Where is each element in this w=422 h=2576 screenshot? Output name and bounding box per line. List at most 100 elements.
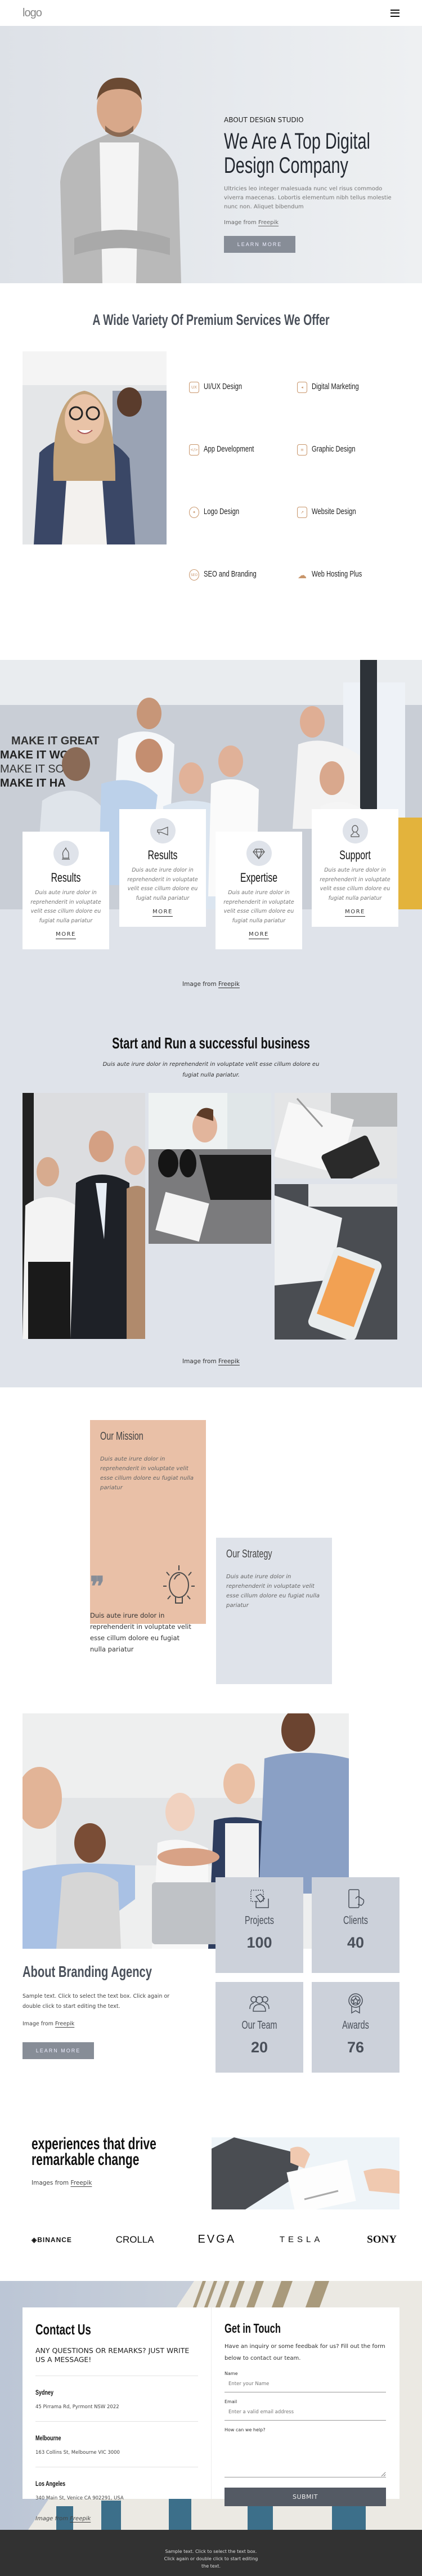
handshake-photo <box>212 2137 399 2209</box>
agency-learn-more-button[interactable]: LEARN MORE <box>23 2042 94 2059</box>
more-link[interactable]: MORE <box>56 931 76 939</box>
services-title: A Wide Variety Of Premium Services We Of… <box>92 311 330 328</box>
feature-card: Results Duis aute irure dolor in reprehe… <box>23 832 109 949</box>
partner-logo-binance[interactable]: ◈BINANCE <box>32 2236 72 2244</box>
feature-card: Support Duis aute irure dolor in reprehe… <box>312 809 398 927</box>
partner-logo-evga[interactable]: EVGA <box>198 2233 236 2246</box>
experiences-title: experiences that drive remarkable change <box>32 2135 156 2169</box>
hero-description: Ultricies leo integer malesuada nunc vel… <box>224 186 392 210</box>
agency-image-credit: Image from Freepik <box>23 2021 74 2027</box>
partner-logo-tesla[interactable]: TESLA <box>280 2235 324 2244</box>
message-textarea[interactable] <box>225 2432 386 2477</box>
stat-value: 100 <box>246 1934 272 1951</box>
lightbulb-icon <box>163 1565 195 1604</box>
hero-learn-more-button[interactable]: LEARN MORE <box>224 236 295 253</box>
stat-label: Projects <box>244 1914 275 1927</box>
monitor-chart-icon: ↗ <box>297 507 307 518</box>
business-title: Start and Run a successful business <box>112 1034 310 1052</box>
partner-logo-text: BINANCE <box>37 2235 72 2244</box>
office-city: Los Angeles <box>35 2480 66 2488</box>
partner-logo-sony[interactable]: SONY <box>367 2234 397 2246</box>
office-address: 340 Main St, Venice CA 902291, USA <box>35 2495 124 2501</box>
footer-text: Sample text. Click to select the text bo… <box>164 2549 258 2569</box>
service-label: Digital Marketing <box>312 382 359 391</box>
business-section: Start and Run a successful business Duis… <box>0 986 422 1387</box>
partner-logo-crolla[interactable]: CROLLA <box>116 2234 154 2245</box>
service-label: Website Design <box>312 507 356 516</box>
office-address: 45 Pirrama Rd, Pyrmont NSW 2022 <box>35 2404 119 2410</box>
feature-card: Expertise Duis aute irure dolor in repre… <box>216 832 302 949</box>
more-link[interactable]: MORE <box>249 931 269 939</box>
freepik-link[interactable]: Freepik <box>218 1358 240 1365</box>
service-ui-ux-design[interactable]: UX UI/UX Design <box>189 382 297 444</box>
service-graphic-design[interactable]: ≡ Graphic Design <box>297 444 405 507</box>
mission-card: Our Mission Duis aute irure dolor in rep… <box>90 1420 206 1624</box>
feature-text: Duis aute irure dolor in reprehenderit i… <box>30 890 101 924</box>
freepik-link[interactable]: Freepik <box>70 2180 92 2186</box>
form-title: Get in Touch <box>225 2321 281 2336</box>
freepik-link[interactable]: Freepik <box>218 981 240 988</box>
office-sydney: Sydney 45 Pirrama Rd, Pyrmont NSW 2022 <box>35 2376 198 2421</box>
credit-prefix: Images from <box>32 2180 71 2186</box>
services-section: A Wide Variety Of Premium Services We Of… <box>0 283 422 660</box>
credit-prefix: Image from <box>35 2516 70 2522</box>
office-city: Melbourne <box>35 2434 61 2442</box>
footer: Sample text. Click to select the text bo… <box>0 2530 422 2576</box>
chess-knight-icon <box>53 841 79 866</box>
service-logo-design[interactable]: ✦ Logo Design <box>189 507 297 569</box>
svg-text:MAKE IT GREAT: MAKE IT GREAT <box>11 735 99 747</box>
more-link[interactable]: MORE <box>152 909 173 917</box>
services-list: UX UI/UX Design ◂ Digital Marketing </> App… <box>189 382 405 632</box>
credit-prefix: Image from <box>182 1358 219 1365</box>
form-subtitle: Have an inquiry or some feedbak for us? … <box>225 2343 385 2361</box>
contact-title: Contact Us <box>35 2321 91 2338</box>
logo[interactable]: logo <box>23 7 42 20</box>
service-label: Web Hosting Plus <box>312 569 362 579</box>
service-seo-branding[interactable]: SEO SEO and Branding <box>189 569 297 632</box>
selection-edit-icon <box>216 1887 303 1910</box>
more-link[interactable]: MORE <box>345 909 365 917</box>
email-input[interactable] <box>225 2404 386 2421</box>
contact-form: Get in Touch Have an inquiry or some fee… <box>211 2307 399 2506</box>
name-label: Name <box>225 2371 238 2376</box>
message-label: How can we help? <box>225 2427 266 2432</box>
feature-text: Duis aute irure dolor in reprehenderit i… <box>223 890 294 924</box>
svg-text:MAKE IT HA: MAKE IT HA <box>0 777 66 789</box>
business-image-credit: Image from Freepik <box>23 1358 399 1365</box>
business-gallery <box>23 1093 399 1340</box>
service-digital-marketing[interactable]: ◂ Digital Marketing <box>297 382 405 444</box>
credit-prefix: Image from <box>23 2021 55 2027</box>
service-label: UI/UX Design <box>204 382 243 391</box>
service-web-hosting[interactable]: ☁ Web Hosting Plus <box>297 569 405 632</box>
mobile-code-icon: </> <box>189 444 199 456</box>
service-label: Graphic Design <box>312 444 356 454</box>
freepik-link[interactable]: Freepik <box>70 2516 91 2522</box>
stat-card-awards: Awards 76 <box>312 1982 399 2078</box>
credit-prefix: Image from <box>182 981 219 988</box>
ux-icon: UX <box>189 382 199 393</box>
team-icon <box>216 1992 303 2015</box>
contact-info: Contact Us ANY QUESTIONS OR REMARKS? JUS… <box>23 2307 211 2522</box>
stat-value: 20 <box>250 2039 268 2056</box>
submit-button[interactable]: SUBMIT <box>225 2488 386 2506</box>
service-app-development[interactable]: </> App Development <box>189 444 297 507</box>
freepik-link[interactable]: Freepik <box>55 2021 74 2027</box>
hero-eyebrow: ABOUT DESIGN STUDIO <box>224 116 304 124</box>
hamburger-icon[interactable] <box>390 9 399 17</box>
award-icon <box>312 1992 399 2015</box>
stat-label: Our Team <box>241 2019 277 2032</box>
stat-value: 40 <box>347 1934 365 1951</box>
stat-label: Awards <box>342 2019 369 2032</box>
document-pen-icon: ≡ <box>297 444 307 456</box>
contact-card: Contact Us ANY QUESTIONS OR REMARKS? JUS… <box>23 2307 399 2522</box>
freepik-link[interactable]: Freepik <box>258 220 279 226</box>
quote-text: Duis aute irure dolor in reprehenderit i… <box>90 1611 191 1653</box>
name-input[interactable] <box>225 2376 386 2392</box>
hero-section: ABOUT DESIGN STUDIO We Are A Top Digital… <box>0 26 422 283</box>
gallery-photo-colleagues <box>23 1093 145 1339</box>
feature-title: Results <box>147 848 178 862</box>
stat-value: 76 <box>347 2039 365 2056</box>
service-website-design[interactable]: ↗ Website Design <box>297 507 405 569</box>
service-label: Logo Design <box>204 507 240 516</box>
hero-title: We Are A Top Digital Design Company <box>224 129 370 178</box>
